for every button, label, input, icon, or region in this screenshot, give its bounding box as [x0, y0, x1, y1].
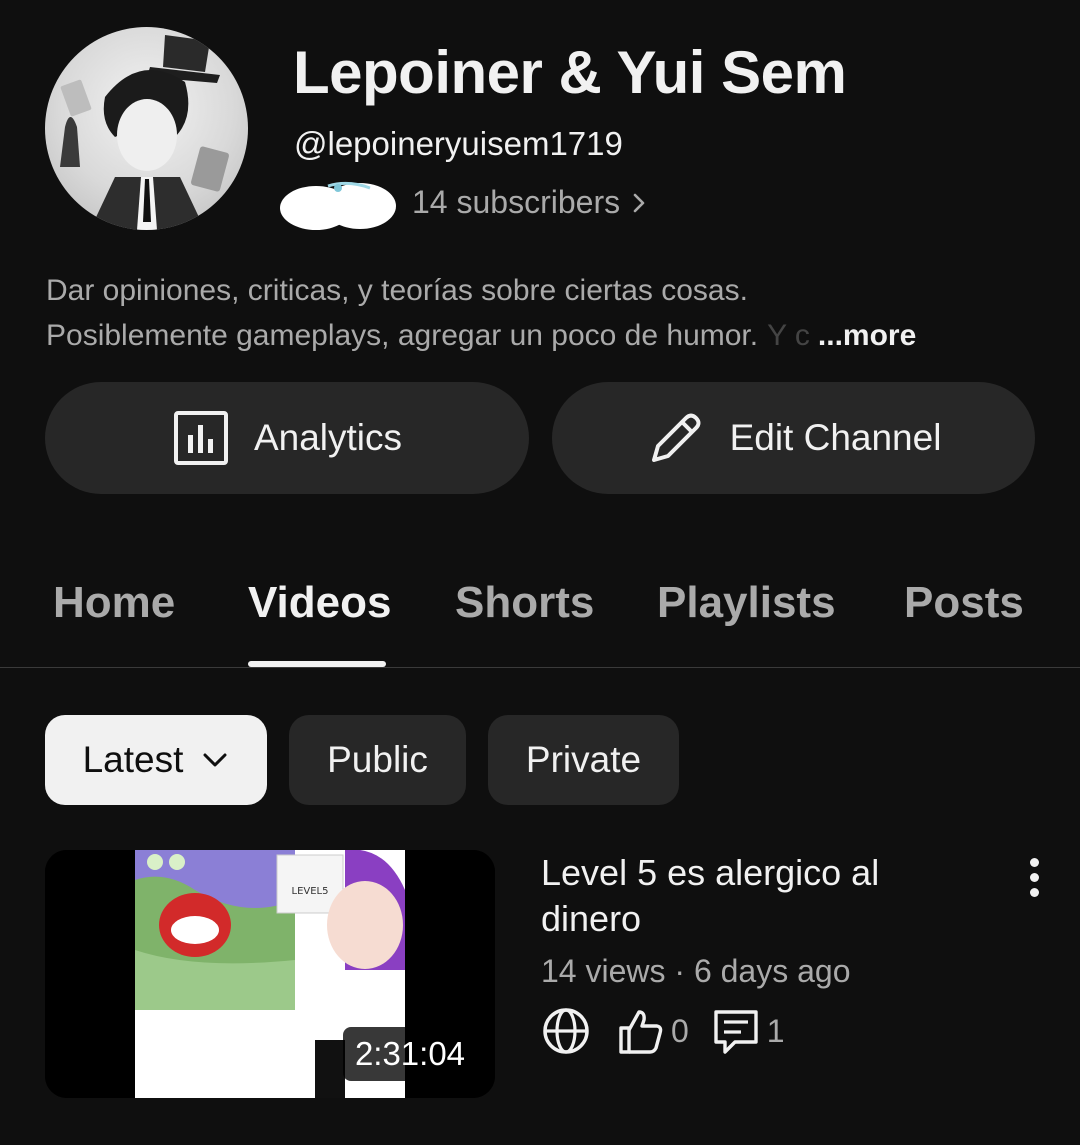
filter-private[interactable]: Private: [488, 715, 679, 805]
video-title[interactable]: Level 5 es alergico al dinero: [541, 850, 941, 942]
video-meta: 14 views · 6 days ago: [541, 953, 851, 989]
tab-home[interactable]: Home: [53, 578, 175, 628]
subscriber-count: 14 subscribers: [412, 184, 621, 220]
tab-posts[interactable]: Posts: [904, 578, 1024, 628]
kebab-menu-icon[interactable]: [1016, 852, 1052, 902]
like-count: 0: [671, 1012, 689, 1049]
subscriber-count-link[interactable]: 14 subscribers: [412, 184, 648, 221]
globe-icon: [543, 1008, 589, 1054]
thumbs-up-icon: [619, 1010, 663, 1054]
subscriber-avatars: [280, 181, 396, 230]
analytics-label: Analytics: [253, 417, 403, 458]
tab-videos[interactable]: Videos: [248, 578, 391, 628]
channel-avatar[interactable]: [45, 27, 248, 230]
more-button[interactable]: ...more: [818, 313, 916, 358]
video-duration: 2:31:04: [343, 1027, 477, 1081]
comment-count: 1: [766, 1012, 785, 1049]
avatar-illustration: [60, 35, 229, 230]
filter-latest-label: Latest: [82, 739, 184, 780]
analytics-button[interactable]: Analytics: [45, 382, 529, 494]
tab-playlists[interactable]: Playlists: [657, 578, 836, 628]
bar-chart-icon: [173, 411, 228, 465]
description-line-2: Posiblemente gameplays, agregar un poco …: [46, 319, 759, 352]
chevron-down-icon: [203, 753, 227, 767]
filter-public[interactable]: Public: [289, 715, 466, 805]
filter-latest-dropdown[interactable]: Latest: [45, 715, 267, 805]
edit-channel-button[interactable]: Edit Channel: [552, 382, 1035, 494]
pencil-icon: [651, 413, 701, 462]
chevron-right-icon: [633, 193, 645, 212]
tab-divider: [0, 667, 1080, 668]
tab-shorts[interactable]: Shorts: [455, 578, 594, 628]
description-fade: Y c: [767, 319, 810, 352]
description-line-1: Dar opiniones, criticas, y teorías sobre…: [46, 274, 748, 307]
thumbnail-logo-text: LEVEL5: [292, 886, 329, 897]
channel-name: Lepoiner & Yui Sem: [293, 39, 847, 106]
video-stats: 0 1: [541, 1006, 785, 1056]
edit-channel-label: Edit Channel: [729, 417, 942, 458]
channel-description[interactable]: Dar opiniones, criticas, y teorías sobre…: [46, 268, 1036, 358]
filter-public-label: Public: [327, 739, 428, 780]
filter-private-label: Private: [525, 739, 642, 780]
channel-handle: @lepoineryuisem1719: [294, 125, 623, 162]
comment-icon: [714, 1010, 758, 1054]
